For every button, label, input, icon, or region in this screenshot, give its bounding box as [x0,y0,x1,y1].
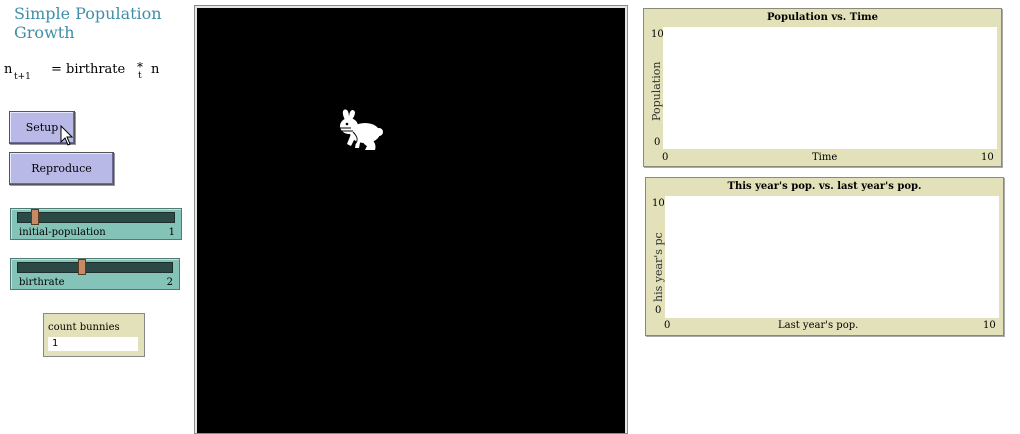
monitor-label: count bunnies [48,322,120,333]
y-min-tick: 0 [655,305,662,316]
x-min-tick: 0 [662,152,669,163]
model-title: Simple Population Growth [14,4,162,42]
slider-value: 1 [168,227,175,238]
formula-t: t [138,71,142,81]
x-max-tick: 10 [981,152,994,163]
initial-population-slider[interactable]: initial-population 1 [10,208,182,240]
x-axis-label: Last year's pop. [778,320,859,331]
plot-area [663,27,997,149]
growth-formula: n t+1 = birthrate * t n [4,60,174,84]
slider-label: initial-population [19,227,106,238]
reproduce-button[interactable]: Reproduce [9,152,114,185]
this-vs-last-year-plot: This year's pop. vs. last year's pop. 10… [645,177,1004,336]
count-bunnies-monitor: count bunnies 1 [43,313,145,357]
plot-title: This year's pop. vs. last year's pop. [727,181,922,192]
plot-area [665,196,999,318]
slider-knob[interactable] [78,259,86,275]
y-max-tick: 10 [651,29,664,40]
y-axis-label: his year's pc [652,232,665,302]
population-vs-time-plot: Population vs. Time 10 0 0 10 Time Popul… [643,8,1002,167]
world-canvas[interactable] [197,8,625,433]
slider-label: birthrate [19,277,65,288]
formula-n2: n [151,62,160,77]
x-min-tick: 0 [664,320,671,331]
y-axis-label: Population [650,61,663,121]
y-max-tick: 10 [652,198,665,209]
slider-track[interactable] [17,259,173,275]
world-view[interactable] [194,5,628,434]
x-max-tick: 10 [983,320,996,331]
rabbit-icon [339,109,383,150]
formula-subscript: t+1 [14,72,31,82]
slider-track[interactable] [17,209,175,225]
mouse-cursor-icon [60,125,74,146]
monitor-value: 1 [48,337,138,351]
formula-rhs: = birthrate [51,62,126,77]
slider-knob[interactable] [31,209,39,225]
y-min-tick: 0 [654,137,661,148]
x-axis-label: Time [812,152,838,163]
birthrate-slider[interactable]: birthrate 2 [10,258,180,290]
formula-n: n [4,62,13,77]
plot-title: Population vs. Time [767,12,878,23]
slider-value: 2 [166,277,173,288]
